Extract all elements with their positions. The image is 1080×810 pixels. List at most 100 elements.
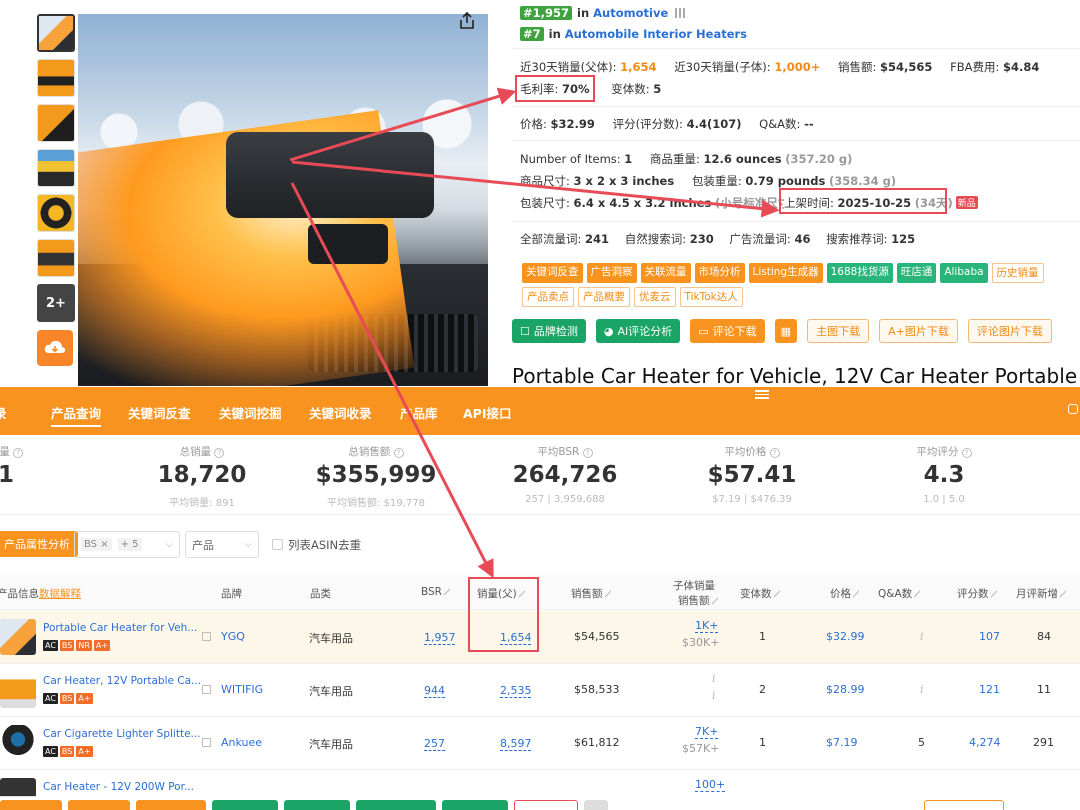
th-variants[interactable]: 变体数: [740, 586, 780, 601]
tool-tag[interactable]: Listing生成器: [748, 263, 823, 283]
bottom-button-1[interactable]: [0, 800, 62, 810]
help-icon[interactable]: ?: [961, 448, 972, 458]
stat-sub: 1.0 | 5.0: [923, 494, 965, 505]
bottom-button-6[interactable]: [356, 800, 436, 810]
bottom-button-5[interactable]: [284, 800, 350, 810]
tool-tag[interactable]: 市场分析: [694, 263, 745, 283]
tool-tag[interactable]: 1688找货源: [826, 263, 893, 283]
th-child-sales[interactable]: 子体销量: [673, 578, 715, 593]
table-row[interactable]: Car Cigarette Lighter Splitte... AC BS A+ An…: [0, 717, 1080, 770]
product-title-link[interactable]: Portable Car Heater for Veh...: [43, 622, 197, 634]
chat-icon[interactable]: [1068, 404, 1078, 414]
tool-tag[interactable]: 优麦云: [634, 287, 676, 307]
help-icon[interactable]: ?: [13, 448, 24, 458]
reviews-cell[interactable]: 4,274: [969, 736, 1001, 749]
reviews-cell[interactable]: 107: [979, 630, 1000, 643]
bottom-button-3[interactable]: [136, 800, 206, 810]
tool-tag[interactable]: Alibaba: [940, 263, 988, 283]
bottom-button-10[interactable]: [924, 800, 1004, 810]
data-explain-link[interactable]: 数据解释: [39, 588, 81, 600]
bottom-button-8[interactable]: [514, 800, 578, 810]
nav-item-api[interactable]: API接口: [463, 403, 512, 422]
product-thumbnail[interactable]: [0, 672, 36, 708]
sales-cell[interactable]: 2,535: [500, 684, 532, 697]
help-icon[interactable]: ?: [769, 448, 780, 458]
brand-check-button[interactable]: ☐ 品牌检测: [512, 319, 586, 343]
brand-link[interactable]: WITIFIG: [221, 683, 263, 696]
main-image-download-button[interactable]: 主图下载: [807, 319, 870, 343]
child-sales-cell[interactable]: i: [712, 672, 716, 685]
th-qa[interactable]: Q&A数: [878, 586, 921, 601]
reviews-cell[interactable]: 121: [979, 683, 1000, 696]
thumbnail-1[interactable]: [37, 14, 75, 52]
help-icon[interactable]: ?: [214, 448, 225, 458]
th-child-revenue[interactable]: 销售额: [678, 593, 718, 608]
dedupe-checkbox[interactable]: [272, 539, 283, 550]
tag-filter-select[interactable]: BS × + 5 ⌵: [74, 531, 180, 558]
more-thumbnails-button[interactable]: 2+: [37, 284, 75, 322]
drag-handle-icon[interactable]: [755, 390, 769, 399]
brand-link[interactable]: YGQ: [221, 630, 245, 643]
help-icon[interactable]: ?: [582, 448, 593, 458]
child-sales-cell[interactable]: 1K+: [695, 619, 718, 632]
brand-link[interactable]: Ankuee: [221, 736, 262, 749]
share-icon[interactable]: [456, 10, 478, 32]
bottom-button-7[interactable]: [442, 800, 508, 810]
filter-tag-bs: BS ×: [81, 538, 112, 551]
tool-tag[interactable]: 产品概要: [578, 287, 630, 307]
bottom-button-4[interactable]: [212, 800, 278, 810]
child-sales-cell[interactable]: 100+: [695, 778, 725, 791]
bsr-cell[interactable]: 944: [424, 684, 445, 697]
thumbnail-3[interactable]: [37, 104, 75, 142]
tool-tag[interactable]: 广告洞察: [586, 263, 637, 283]
review-image-download-button[interactable]: 评论图片下载: [967, 319, 1052, 343]
product-thumbnail[interactable]: [0, 725, 36, 761]
product-title-link[interactable]: Car Cigarette Lighter Splitte...: [43, 728, 201, 740]
th-bsr[interactable]: BSR: [421, 586, 450, 598]
nav-item-keyword-index[interactable]: 关键词收录: [309, 403, 372, 422]
nav-item-cutoff[interactable]: 录: [0, 403, 7, 422]
tool-tag[interactable]: 历史销量: [991, 263, 1044, 283]
th-monthly-new[interactable]: 月评新增: [1016, 586, 1066, 601]
product-title-link[interactable]: Car Heater, 12V Portable Ca...: [43, 675, 201, 687]
th-revenue[interactable]: 销售额: [571, 586, 611, 601]
tool-tag[interactable]: 产品卖点: [522, 287, 574, 307]
nav-item-product-library[interactable]: 产品库: [400, 403, 438, 422]
bsr-cell[interactable]: 1,957: [424, 631, 456, 644]
bar-chart-icon[interactable]: [675, 8, 688, 18]
bottom-button-9[interactable]: [584, 800, 608, 810]
nav-item-product-query[interactable]: 产品查询: [51, 403, 102, 427]
review-download-button[interactable]: ▭ 评论下载: [690, 319, 765, 343]
attribute-analysis-button[interactable]: 产品属性分析: [0, 531, 78, 557]
ai-review-button[interactable]: ◕ AI评论分析: [595, 319, 681, 343]
tool-tag[interactable]: TikTok达人: [679, 287, 743, 307]
sales-cell[interactable]: 8,597: [500, 737, 532, 750]
tool-tag[interactable]: 旺店通: [896, 263, 937, 283]
th-reviews[interactable]: 评分数: [957, 586, 997, 601]
rank-category-link[interactable]: Automotive: [593, 6, 668, 20]
download-images-button[interactable]: [37, 330, 73, 366]
tool-tag[interactable]: 关键词反查: [522, 263, 583, 283]
nav-item-keyword-mining[interactable]: 关键词挖掘: [219, 403, 282, 422]
bottom-button-2[interactable]: [68, 800, 130, 810]
table-row[interactable]: Portable Car Heater for Veh... AC BS NR A+ YG…: [0, 611, 1080, 664]
child-sales-cell[interactable]: 7K+: [695, 725, 718, 738]
bsr-cell[interactable]: 257: [424, 737, 445, 750]
category-select[interactable]: 产品 ⌵: [185, 531, 259, 558]
product-thumbnail[interactable]: [0, 619, 36, 655]
product-main-image[interactable]: [78, 14, 488, 386]
calculator-button[interactable]: ▦: [774, 319, 798, 343]
tool-tag[interactable]: 关联流量: [640, 263, 691, 283]
summary-stats: 数量 ? 1 总销量 ? 18,720 平均销量: 891 总销售额 ? $355,999 平…: [0, 435, 1080, 515]
product-title-link[interactable]: Car Heater - 12V 200W Por...: [43, 781, 194, 793]
nav-item-keyword-reverse[interactable]: 关键词反查: [128, 403, 191, 422]
rank-subcategory-link[interactable]: Automobile Interior Heaters: [565, 27, 747, 41]
aplus-download-button[interactable]: A+图片下载: [879, 319, 958, 343]
th-price[interactable]: 价格: [830, 586, 859, 601]
thumbnail-5[interactable]: [37, 194, 75, 232]
table-row[interactable]: Car Heater, 12V Portable Ca... AC BS A+ WITI…: [0, 664, 1080, 717]
thumbnail-6[interactable]: [37, 239, 75, 277]
thumbnail-4[interactable]: [37, 149, 75, 187]
help-icon[interactable]: ?: [393, 448, 404, 458]
thumbnail-2[interactable]: [37, 59, 75, 97]
